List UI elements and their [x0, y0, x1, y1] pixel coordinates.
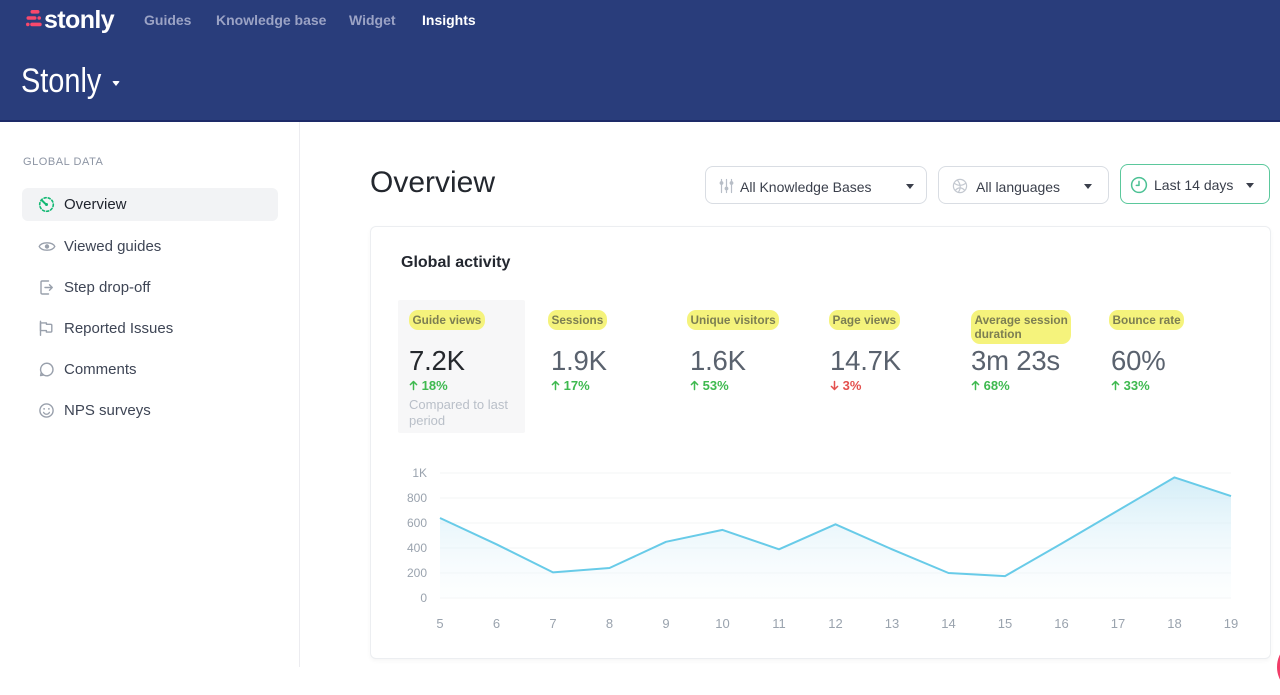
- svg-text:400: 400: [407, 541, 427, 555]
- svg-text:16: 16: [1054, 616, 1068, 631]
- svg-text:11: 11: [772, 616, 786, 631]
- svg-text:7: 7: [549, 616, 556, 631]
- svg-text:200: 200: [407, 566, 427, 580]
- svg-text:12: 12: [828, 616, 842, 631]
- svg-text:600: 600: [407, 516, 427, 530]
- svg-text:14: 14: [941, 616, 955, 631]
- svg-text:0: 0: [420, 591, 427, 605]
- svg-text:6: 6: [493, 616, 500, 631]
- svg-text:9: 9: [662, 616, 669, 631]
- svg-text:5: 5: [436, 616, 443, 631]
- svg-text:19: 19: [1224, 616, 1238, 631]
- svg-text:13: 13: [885, 616, 899, 631]
- svg-text:800: 800: [407, 491, 427, 505]
- svg-text:15: 15: [998, 616, 1012, 631]
- svg-text:8: 8: [606, 616, 613, 631]
- svg-text:10: 10: [715, 616, 729, 631]
- svg-text:18: 18: [1167, 616, 1181, 631]
- svg-text:1K: 1K: [412, 466, 427, 480]
- svg-text:17: 17: [1111, 616, 1125, 631]
